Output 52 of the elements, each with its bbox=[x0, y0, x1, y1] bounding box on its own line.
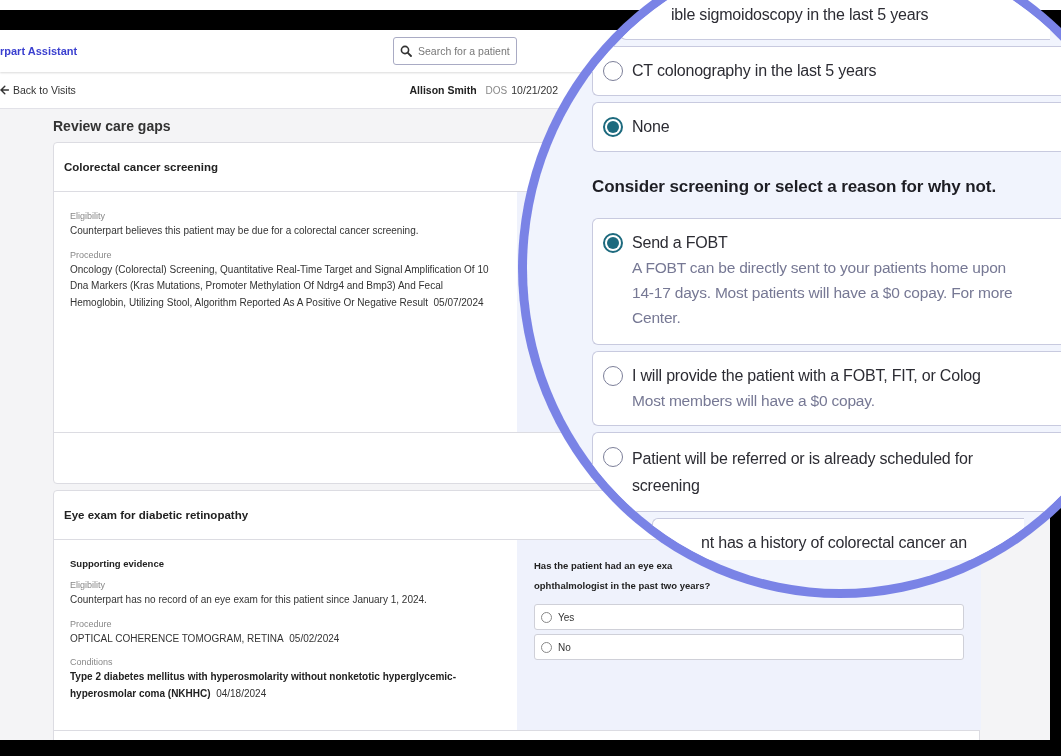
field-value: Counterpart believes this patient may be due for a colorectal cancer screening. bbox=[70, 224, 420, 238]
option-label: nt has a history of colorectal cancer an bbox=[701, 533, 967, 553]
option-label: None bbox=[632, 117, 670, 137]
radio-button[interactable] bbox=[603, 233, 623, 253]
option-description: Most members will have a $0 copay. bbox=[632, 391, 876, 411]
radio-button[interactable] bbox=[603, 61, 623, 81]
field-label: Procedure bbox=[70, 617, 112, 631]
option-label: No bbox=[558, 641, 571, 653]
dos-date: 10/21/202 bbox=[511, 84, 558, 96]
search-icon bbox=[400, 45, 412, 57]
radio-button[interactable] bbox=[603, 117, 623, 137]
field-label: Eligibility bbox=[70, 210, 105, 223]
field-label: Procedure bbox=[70, 248, 112, 262]
radio-button[interactable] bbox=[603, 447, 623, 467]
question-text: Has the patient had an eye exa bbox=[534, 559, 673, 573]
option-label: Patient will be referred or is already scheduled for screening bbox=[632, 449, 973, 496]
option-card[interactable]: CT colonography in the last 5 years bbox=[592, 46, 1061, 96]
dos-label: DOS bbox=[485, 84, 508, 96]
radio-option[interactable]: No bbox=[534, 634, 964, 660]
radio-option[interactable]: Yes bbox=[534, 604, 964, 630]
option-label: Yes bbox=[558, 611, 575, 623]
back-link[interactable]: Back to Visits bbox=[13, 84, 76, 96]
option-card[interactable]: Patient will be referred or is already scheduled for screening bbox=[592, 432, 1061, 512]
option-card[interactable]: I will provide the patient with a FOBT, FIT, or Colog Most members will have a $0 copay. bbox=[592, 351, 1061, 426]
option-label: Send a FOBT bbox=[632, 233, 729, 253]
option-card[interactable]: None bbox=[592, 102, 1061, 152]
patient-name: Allison Smith bbox=[409, 84, 477, 96]
page-title: Review care gaps bbox=[53, 117, 171, 135]
card-title: Colorectal cancer screening bbox=[64, 161, 219, 173]
field-value: Type 2 diabetes mellitus with hyperosmolarity without nonketotic hyperglycemic-hyperosmolar coma (NKHHC) 04/18/2024 bbox=[70, 670, 457, 701]
option-label: ible sigmoidoscopy in the last 5 years bbox=[671, 5, 929, 25]
question-text: ophthalmologist in the past two years? bbox=[534, 579, 711, 593]
option-label: I will provide the patient with a FOBT, FIT, or Colog bbox=[632, 366, 981, 386]
radio-button[interactable] bbox=[541, 611, 552, 623]
field-label: Conditions bbox=[70, 656, 113, 669]
option-label: CT colonography in the last 5 years bbox=[632, 61, 877, 81]
field-value: Counterpart has no record of an eye exam for this patient since January 1, 2024. bbox=[70, 593, 428, 607]
option-card[interactable]: Send a FOBT A FOBT can be directly sent to your patients home upon 14-17 days. Most patients will have a $0 copay. For more Center. bbox=[592, 218, 1061, 345]
back-arrow-icon bbox=[0, 85, 9, 95]
app-logo: rpart Assistant bbox=[0, 45, 79, 57]
section-heading: Supporting evidence bbox=[70, 558, 164, 569]
option-description: A FOBT can be directly sent to your patients home upon 14-17 days. Most patients will have a $0 copay. For more Center. bbox=[632, 258, 1013, 328]
radio-button[interactable] bbox=[541, 641, 552, 653]
field-label: Eligibility bbox=[70, 579, 105, 592]
field-value: Oncology (Colorectal) Screening, Quantitative Real-Time Target and Signal Amplification Of 10 Dna Markers (Kras Mutations, Promoter Methylation Of Ndrg4 and Bmp3) And Fecal Hemoglobin, Utilizing Stool, Algorithm Reported As A Positive Or Negative Result 05/07/2024 bbox=[70, 262, 490, 310]
radio-button[interactable] bbox=[603, 366, 623, 386]
search-field[interactable]: Search for a patient bbox=[393, 37, 517, 65]
option-card[interactable]: nt has a history of colorectal cancer an bbox=[652, 518, 1024, 560]
card-title: Eye exam for diabetic retinopathy bbox=[64, 509, 249, 521]
option-card[interactable]: ible sigmoidoscopy in the last 5 years bbox=[620, 0, 1050, 40]
section-heading: Consider screening or select a reason for why not. bbox=[592, 176, 997, 198]
field-value: OPTICAL COHERENCE TOMOGRAM, RETINA 05/02/2024 bbox=[70, 631, 341, 646]
